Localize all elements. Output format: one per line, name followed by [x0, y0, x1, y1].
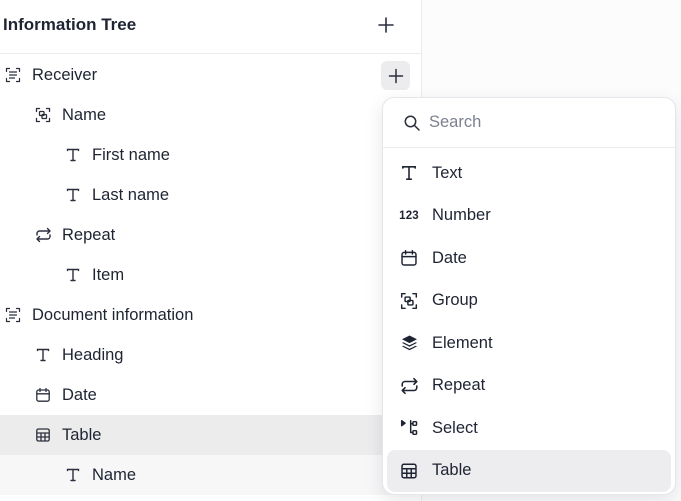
tree-item-label: Table [62, 425, 102, 444]
menu-item-date[interactable]: Date [387, 237, 671, 280]
tree-item-label: First name [92, 145, 170, 164]
tree-item-first-name[interactable]: First name [0, 135, 421, 175]
menu-item-label: Table [432, 461, 472, 480]
tree-item-label: Repeat [62, 225, 116, 244]
text-icon [64, 186, 82, 204]
table-icon [34, 426, 52, 444]
tree-item-repeat[interactable]: Repeat [0, 215, 421, 255]
panel-header: Information Tree [0, 0, 421, 54]
menu-item-label: Text [432, 163, 463, 182]
menu-item-label: Date [432, 248, 467, 267]
number-icon: 123 [399, 206, 419, 226]
text-icon [34, 346, 52, 364]
tree-item-receiver[interactable]: Receiver [0, 55, 421, 95]
menu-item-element[interactable]: Element [387, 322, 671, 365]
menu-item-select[interactable]: Select [387, 407, 671, 450]
search-icon [404, 115, 420, 131]
add-child-button[interactable] [381, 61, 410, 90]
calendar-icon [399, 248, 419, 268]
tree-item-document-information[interactable]: Document information [0, 295, 421, 335]
plus-icon [388, 68, 403, 83]
table-icon [399, 461, 419, 481]
add-field-dropdown: Text 123 Number Date [382, 97, 676, 495]
tree-item-label: Last name [92, 185, 170, 204]
menu-item-text[interactable]: Text [387, 152, 671, 195]
tree-item-label: Item [92, 265, 125, 284]
plus-icon [378, 17, 394, 33]
text-icon [399, 163, 419, 183]
repeat-icon [399, 376, 419, 396]
menu-item-table[interactable]: Table [387, 449, 671, 492]
tree-item-heading[interactable]: Heading [0, 335, 421, 375]
layers-icon [399, 333, 419, 353]
information-tree-panel: Information Tree Receiver Name First nam… [0, 0, 422, 501]
group-icon [34, 106, 52, 124]
tree-item-item[interactable]: Item [0, 255, 421, 295]
tree-item-name-group[interactable]: Name [0, 95, 421, 135]
menu-item-label: Element [432, 333, 493, 352]
tree-item-date[interactable]: Date [0, 375, 421, 415]
search-input[interactable] [429, 110, 659, 134]
tree-item-label: Heading [62, 345, 124, 364]
menu-item-label: Select [432, 418, 478, 437]
tree-item-label: Name [92, 465, 137, 484]
menu-item-repeat[interactable]: Repeat [387, 365, 671, 408]
calendar-icon [34, 386, 52, 404]
text-icon [64, 466, 82, 484]
select-icon [399, 418, 419, 438]
repeat-icon [34, 226, 52, 244]
tree-item-label: Date [62, 385, 97, 404]
section-icon [4, 306, 22, 324]
add-root-button[interactable] [372, 11, 400, 39]
tree-item-label: Name [62, 105, 107, 124]
tree-item-label: Receiver [32, 65, 98, 84]
menu-item-label: Number [432, 206, 491, 225]
menu-item-label: Group [432, 291, 478, 310]
tree-list: Receiver Name First name Last name Repea… [0, 55, 421, 495]
tree-item-table-name[interactable]: Name [0, 455, 421, 495]
text-icon [64, 146, 82, 164]
menu-item-label: Repeat [432, 376, 486, 395]
search-bar [383, 98, 675, 148]
tree-item-label: Document information [32, 305, 194, 324]
tree-item-last-name[interactable]: Last name [0, 175, 421, 215]
field-type-list: Text 123 Number Date Group Element Repea… [387, 152, 671, 492]
panel-title: Information Tree [3, 15, 137, 34]
menu-item-number[interactable]: 123 Number [387, 195, 671, 238]
group-icon [399, 291, 419, 311]
tree-item-table[interactable]: Table [0, 415, 421, 455]
menu-item-group[interactable]: Group [387, 280, 671, 323]
number-glyph: 123 [399, 209, 419, 222]
section-icon [4, 66, 22, 84]
text-icon [64, 266, 82, 284]
